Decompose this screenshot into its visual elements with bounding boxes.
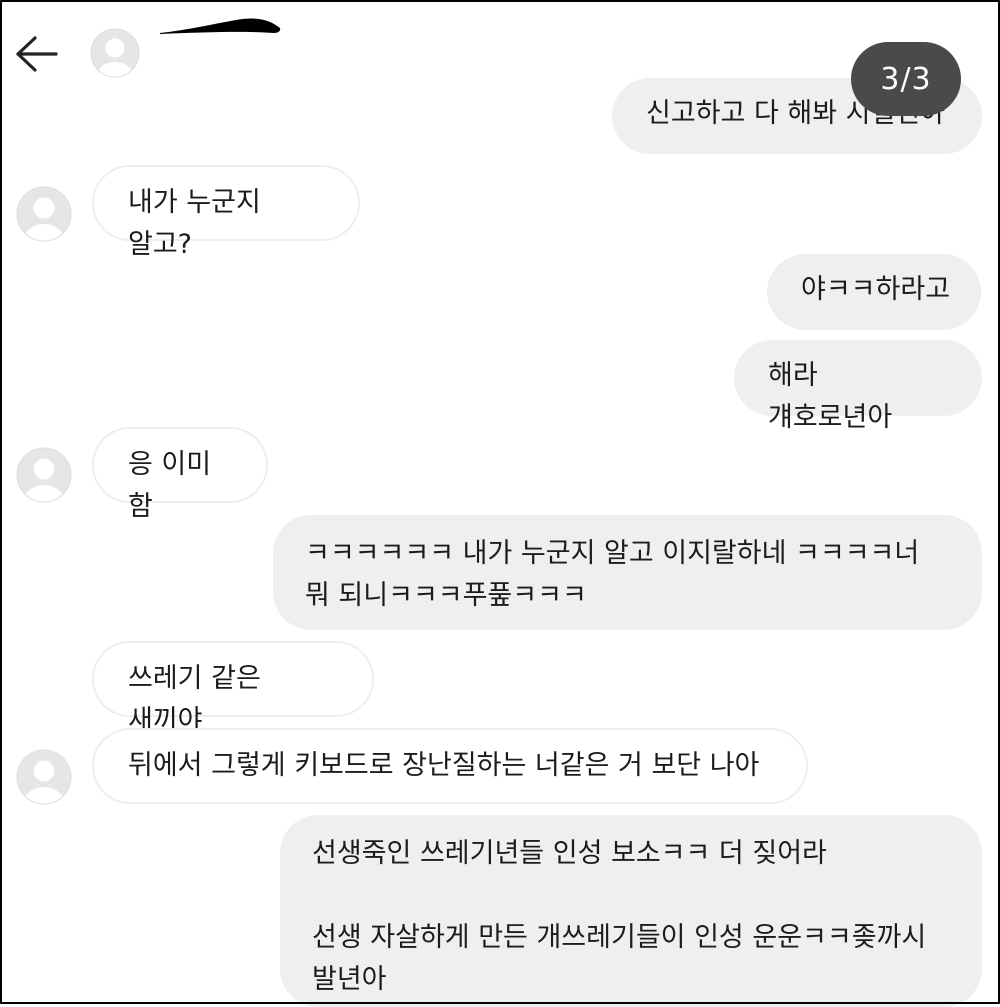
redaction-scribble-icon	[160, 18, 281, 34]
incoming-message-bubble[interactable]: 응 이미 함	[92, 427, 268, 522]
sender-avatar[interactable]	[16, 186, 72, 242]
default-avatar-icon	[16, 447, 72, 503]
outgoing-message-bubble[interactable]: 해라 걔호로년아	[734, 340, 982, 433]
incoming-message-bubble[interactable]: 내가 누군지 알고?	[92, 165, 360, 260]
incoming-message-bubble[interactable]: 쓰레기 같은 새끼야	[92, 641, 374, 736]
default-avatar-icon	[16, 749, 72, 805]
header-avatar[interactable]	[90, 28, 140, 78]
default-avatar-icon	[16, 186, 72, 242]
arrow-left-icon	[16, 36, 58, 72]
sender-avatar[interactable]	[16, 749, 72, 805]
default-avatar-icon	[90, 28, 140, 78]
redacted-contact-name	[158, 16, 282, 36]
outgoing-message-bubble[interactable]: ㅋㅋㅋㅋㅋㅋ 내가 누군지 알고 이지랄하네 ㅋㅋㅋㅋ너 뭐 되니ㅋㅋㅋ푸풒ㅋㅋ…	[273, 515, 982, 630]
outgoing-message-bubble[interactable]: 야ㅋㅋ하라고	[767, 254, 981, 330]
outgoing-message-bubble[interactable]: 선생죽인 쓰레기년들 인성 보소ㅋㅋ 더 짖어라 선생 자살하게 만든 개쓰레기…	[280, 815, 982, 1007]
sender-avatar[interactable]	[16, 447, 72, 503]
back-button[interactable]	[14, 34, 60, 74]
incoming-message-bubble[interactable]: 뒤에서 그렇게 키보드로 장난질하는 너같은 거 보단 나아	[92, 728, 808, 804]
page-indicator: 3/3	[851, 42, 961, 116]
